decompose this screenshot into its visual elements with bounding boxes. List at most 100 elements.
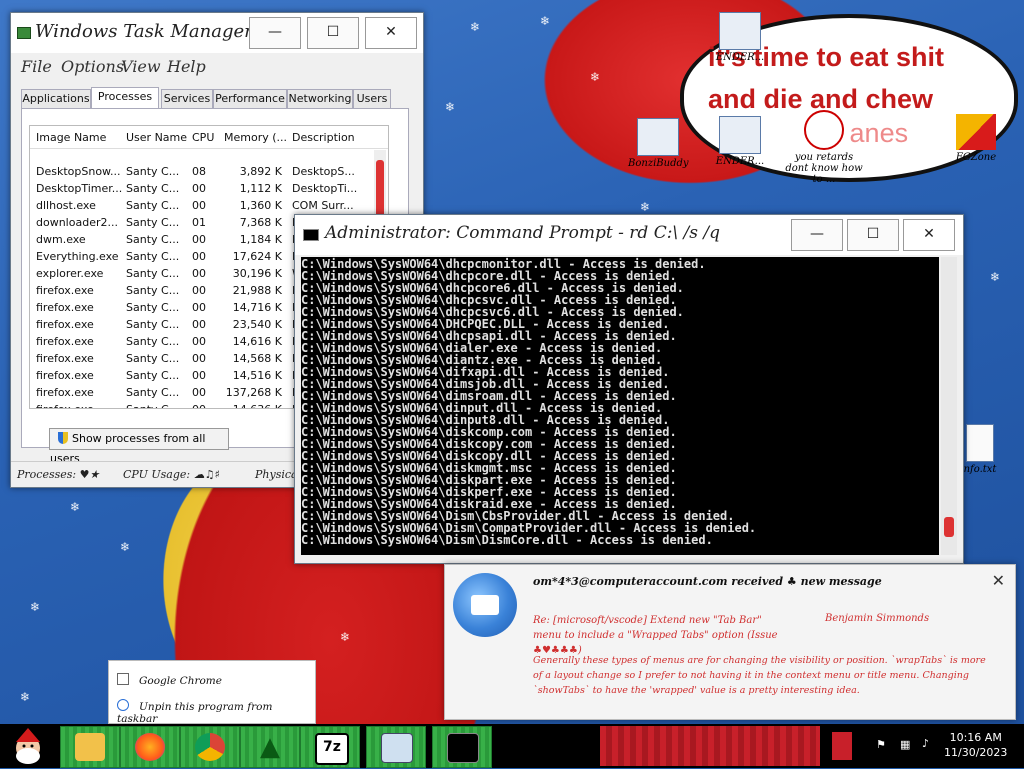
cell-user: Santy C... (126, 403, 179, 408)
clock-time: 10:16 AM (949, 731, 1002, 744)
cell-mem: 14,568 K (232, 352, 282, 365)
cell-user: Santy C... (126, 233, 180, 246)
cell-cpu: 00 (192, 318, 206, 331)
snowflake: ❄ (540, 14, 551, 28)
cell-mem: 1,112 K (239, 182, 282, 195)
taskbar-chrome[interactable] (180, 726, 240, 768)
dragon-icon (804, 110, 844, 150)
minimize-button[interactable]: — (791, 219, 843, 251)
col-cpu[interactable]: CPU (192, 131, 214, 144)
volume-icon[interactable]: ♪ (922, 737, 929, 750)
cell-cpu: 00 (192, 250, 206, 263)
start-button[interactable] (4, 726, 52, 766)
cell-user: Santy C... (126, 250, 180, 263)
notification-header: om*4*3@computeraccount.com received ♣ ne… (533, 575, 882, 588)
taskbar-blank-item[interactable] (496, 726, 592, 766)
cell-cpu: 00 (192, 233, 206, 246)
close-button[interactable]: ✕ (903, 219, 955, 251)
snowflake: ❄ (990, 270, 1001, 284)
taskbar-cmd[interactable] (432, 726, 492, 768)
snowflake: ❄ (120, 540, 131, 554)
flag-icon[interactable]: ⚑ (876, 738, 886, 751)
cell-cpu: 00 (192, 369, 206, 382)
cell-cpu: 08 (192, 165, 206, 178)
table-row[interactable]: DesktopSnow... Santy C... 08 3,892 K Desktop… (30, 164, 370, 181)
show-all-processes-button[interactable]: Show processes from all users (49, 428, 229, 465)
cell-mem: 17,624 K (232, 250, 282, 263)
tab-users[interactable]: Users (353, 89, 391, 108)
maximize-button[interactable]: ☐ (307, 17, 359, 49)
cell-name: downloader2... (36, 216, 118, 229)
close-icon[interactable]: ✕ (992, 571, 1005, 590)
desktop-icon-shortcut[interactable]: you retards dont know how to ... (784, 110, 864, 185)
thunderbird-icon (453, 573, 517, 637)
vertical-scrollbar[interactable] (941, 257, 957, 555)
cell-mem: 1,360 K (239, 199, 282, 212)
close-button[interactable]: ✕ (365, 17, 417, 49)
desktop-icon-bonzibuddy[interactable]: BonziBuddy (628, 118, 689, 169)
tab-processes[interactable]: Processes (91, 87, 159, 109)
cell-name: DesktopTimer... (36, 182, 123, 195)
col-user-name[interactable]: User Name (126, 131, 187, 144)
minimize-button[interactable]: — (249, 17, 301, 49)
tab-applications[interactable]: Applications (21, 89, 91, 108)
desktop-icon-fgzone[interactable]: FGZone (946, 114, 1006, 163)
unpin-button[interactable]: Unpin this program from taskbar (117, 699, 315, 725)
table-row[interactable]: DesktopTimer... Santy C... 00 1,112 K Deskto… (30, 181, 370, 198)
christmas-tree-icon: ▲ (260, 732, 280, 762)
desktop-icon-ender-1[interactable]: ENDER... (710, 12, 770, 63)
cell-user: Santy C... (126, 318, 180, 331)
fgzone-icon (956, 114, 996, 150)
menu-file[interactable]: File (21, 57, 52, 76)
notification-body: Generally these types of menus are for c… (533, 655, 986, 696)
menu-options[interactable]: Options (61, 57, 124, 76)
taskbar-firefox[interactable] (120, 726, 180, 768)
task-manager-icon (17, 27, 31, 39)
menu-view[interactable]: View (121, 57, 161, 76)
cell-name: firefox.exe (36, 403, 94, 408)
console-output[interactable]: C:\Windows\SysWOW64\dhcpcmonitor.dll - A… (301, 257, 939, 555)
taskbar-tree[interactable]: ▲ (240, 726, 300, 768)
network-icon[interactable]: ▦ (900, 738, 910, 751)
uac-shield-icon (58, 432, 68, 444)
table-row[interactable]: dllhost.exe Santy C... 00 1,360 K COM Surr..… (30, 198, 370, 215)
tab-performance[interactable]: Performance (213, 89, 287, 108)
jump-item-chrome[interactable]: Google Chrome (117, 673, 222, 687)
firefox-icon (135, 733, 165, 761)
taskbar-explorer[interactable] (60, 726, 120, 768)
task-manager-titlebar[interactable]: Windows Task Manager — ☐ ✕ (11, 13, 423, 53)
notification-area-icon[interactable] (832, 732, 852, 760)
desktop-icon-ender-2[interactable]: ENDER... (710, 116, 770, 167)
cell-user: Santy C... (126, 386, 180, 399)
cell-cpu: 00 (192, 284, 206, 297)
cell-name: dwm.exe (36, 233, 86, 246)
window-icon (719, 116, 761, 154)
task-manager-icon (381, 733, 413, 763)
window-icon (117, 673, 129, 685)
cell-user: Santy C... (126, 267, 180, 280)
col-image-name[interactable]: Image Name (36, 131, 106, 144)
col-description[interactable]: Description (292, 131, 355, 144)
text-file-icon (966, 424, 994, 462)
col-memory[interactable]: Memory (... (224, 131, 287, 144)
menu-help[interactable]: Help (167, 57, 206, 76)
cell-name: firefox.exe (36, 335, 94, 348)
email-notification[interactable]: om*4*3@computeraccount.com received ♣ ne… (444, 564, 1016, 720)
cell-mem: 7,368 K (239, 216, 282, 229)
taskbar-taskmgr[interactable] (366, 726, 426, 768)
tab-services[interactable]: Services (161, 89, 213, 108)
console-line: C:\Windows\SysWOW64\Dism\DismCore.dll - … (301, 533, 713, 547)
command-prompt-window: Administrator: Command Prompt - rd C:\ /… (294, 214, 964, 564)
tab-networking[interactable]: Networking (287, 89, 353, 108)
scroll-thumb[interactable] (944, 517, 954, 537)
cell-user: Santy C... (126, 199, 180, 212)
menu-bar: File Options View Help (11, 53, 423, 81)
clock[interactable]: 10:16 AM 11/30/2023 (944, 730, 1007, 760)
cell-name: dllhost.exe (36, 199, 96, 212)
cell-cpu: 00 (192, 301, 206, 314)
maximize-button[interactable]: ☐ (847, 219, 899, 251)
cell-cpu: 00 (192, 267, 206, 280)
snowflake: ❄ (30, 600, 41, 614)
taskbar-7zip[interactable]: 7z (300, 726, 360, 768)
command-prompt-titlebar[interactable]: Administrator: Command Prompt - rd C:\ /… (295, 215, 963, 255)
